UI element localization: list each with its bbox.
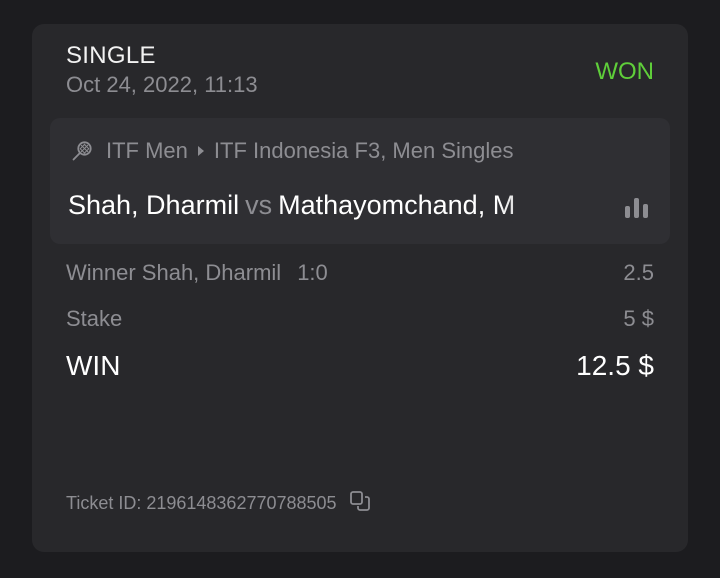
bet-type: SINGLE (66, 42, 156, 69)
stake-value: 5 $ (623, 306, 654, 331)
chevron-right-icon (197, 146, 204, 156)
status-badge: WON (595, 58, 654, 85)
category-label[interactable]: ITF Men (106, 138, 188, 164)
ticket-id: Ticket ID: 2196148362770788505 (66, 490, 371, 517)
breadcrumb: ITF Men ITF Indonesia F3, Men Singles (70, 138, 514, 164)
event-box[interactable]: ITF Men ITF Indonesia F3, Men Singles Sh… (50, 118, 670, 244)
player1-name: Shah, Dharmil (68, 190, 240, 220)
win-row: WIN 12.5 $ (66, 350, 654, 382)
copy-icon[interactable] (349, 490, 371, 517)
bet-card: SINGLE Oct 24, 2022, 11:13 WON ITF Men I… (32, 24, 688, 552)
ticket-id-text: Ticket ID: 2196148362770788505 (66, 493, 337, 513)
stake-label: Stake (66, 306, 123, 331)
selection-row: Winner Shah, Dharmil 1:0 2.5 (66, 260, 654, 286)
selection-odds: 2.5 (623, 260, 654, 285)
match-title[interactable]: Shah, Dharmil vs Mathayomchand, M (68, 190, 592, 221)
tennis-racket-icon (70, 139, 94, 163)
selection-pick: Winner Shah, Dharmil (66, 260, 282, 285)
win-label: WIN (66, 350, 121, 381)
stake-row: Stake 5 $ (66, 306, 654, 332)
tournament-label[interactable]: ITF Indonesia F3, Men Singles (214, 138, 514, 164)
vs-label: vs (245, 190, 273, 220)
stats-bars-icon[interactable] (625, 198, 648, 218)
win-value: 12.5 $ (576, 350, 654, 381)
player2-name: Mathayomchand, M (278, 190, 516, 220)
selection-score: 1:0 (297, 260, 328, 285)
bet-date: Oct 24, 2022, 11:13 (66, 72, 258, 97)
